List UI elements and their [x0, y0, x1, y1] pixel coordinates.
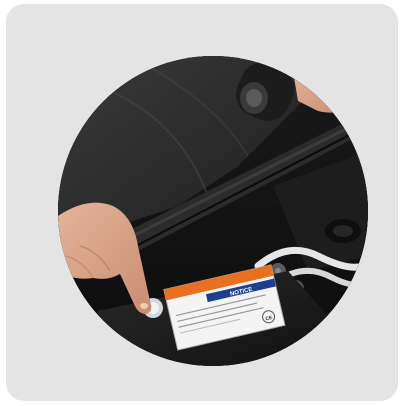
engine-bay-photo: NOTICE CE — [58, 56, 368, 366]
photo-card: NOTICE CE — [6, 4, 398, 401]
